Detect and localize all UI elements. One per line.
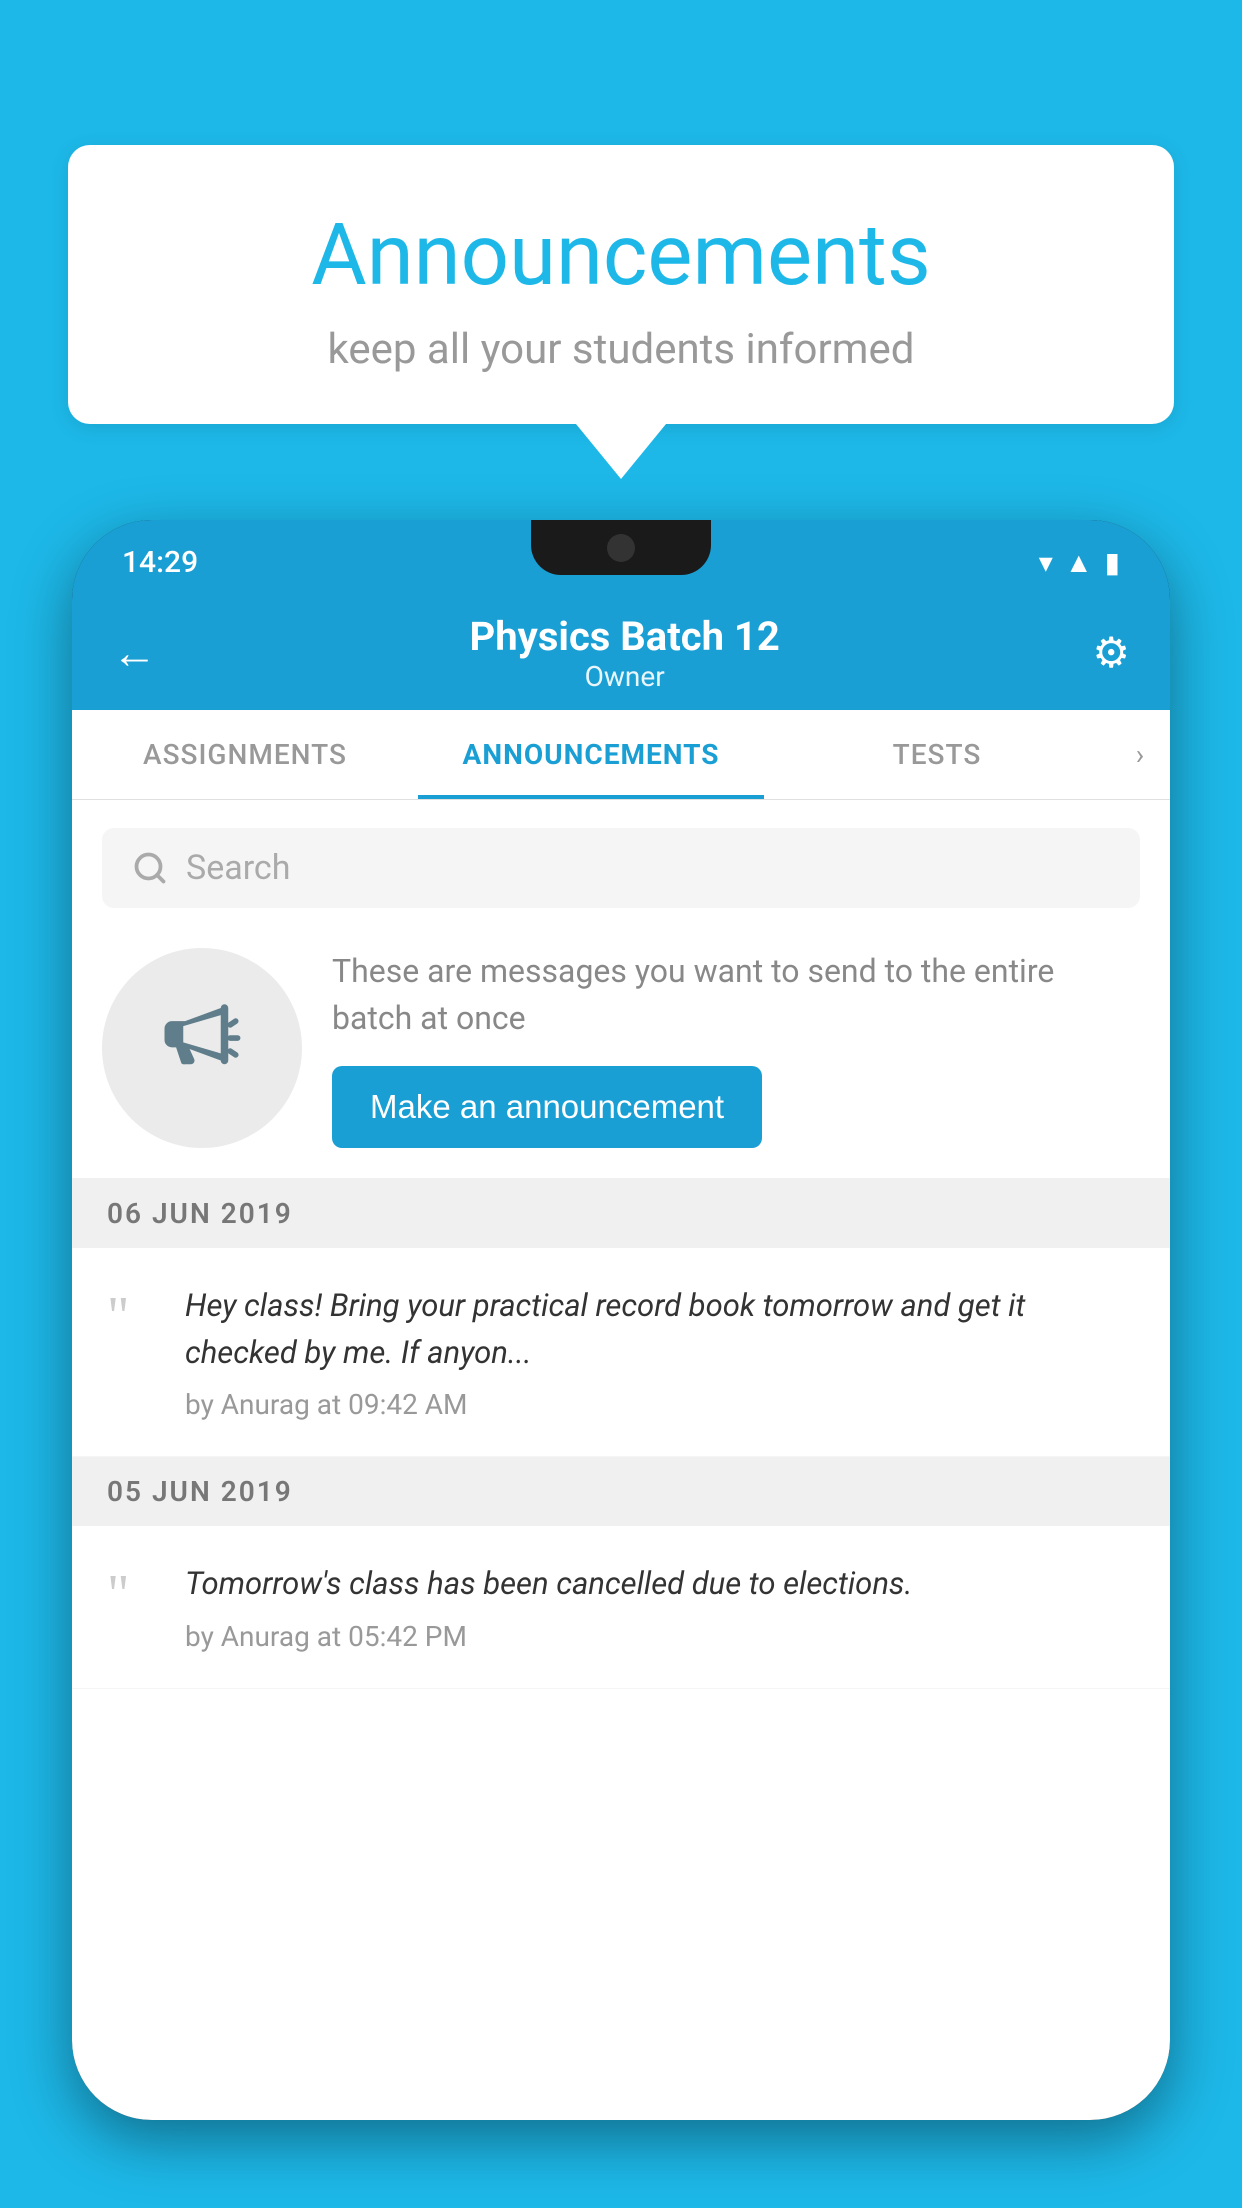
speech-bubble-pointer bbox=[576, 424, 666, 479]
speech-bubble-title: Announcements bbox=[148, 205, 1094, 305]
settings-button[interactable]: ⚙ bbox=[1092, 628, 1130, 678]
phone-camera bbox=[607, 534, 635, 562]
megaphone-icon bbox=[157, 993, 247, 1103]
announcement-item-2: " Tomorrow's class has been cancelled du… bbox=[72, 1526, 1170, 1689]
app-bar-title-text: Physics Batch 12 bbox=[157, 613, 1092, 660]
search-bar[interactable]: Search bbox=[102, 828, 1140, 908]
announcement-author-1: by Anurag at 09:42 AM bbox=[185, 1388, 1135, 1421]
tab-more[interactable]: › bbox=[1110, 738, 1170, 771]
promo-right: These are messages you want to send to t… bbox=[332, 948, 1140, 1148]
announcement-item-1: " Hey class! Bring your practical record… bbox=[72, 1248, 1170, 1457]
promo-description: These are messages you want to send to t… bbox=[332, 948, 1140, 1041]
quote-icon-2: " bbox=[107, 1566, 157, 1621]
announcement-author-2: by Anurag at 05:42 PM bbox=[185, 1620, 1135, 1653]
phone-notch bbox=[531, 520, 711, 575]
content-area: Search These are messages you want to se… bbox=[72, 800, 1170, 2120]
speech-bubble-container: Announcements keep all your students inf… bbox=[68, 145, 1174, 479]
announcement-text-1: Hey class! Bring your practical record b… bbox=[185, 1283, 1135, 1376]
quote-icon-1: " bbox=[107, 1288, 157, 1343]
tab-assignments[interactable]: ASSIGNMENTS bbox=[72, 710, 418, 799]
back-button[interactable]: ← bbox=[112, 626, 157, 679]
tab-bar: ASSIGNMENTS ANNOUNCEMENTS TESTS › bbox=[72, 710, 1170, 800]
announcement-content-1: Hey class! Bring your practical record b… bbox=[185, 1283, 1135, 1421]
wifi-icon: ▾ bbox=[1039, 546, 1053, 579]
signal-icon: ▲ bbox=[1065, 546, 1093, 579]
make-announcement-button[interactable]: Make an announcement bbox=[332, 1066, 762, 1148]
speech-bubble: Announcements keep all your students inf… bbox=[68, 145, 1174, 424]
battery-icon: ▮ bbox=[1105, 546, 1120, 579]
search-placeholder: Search bbox=[186, 848, 290, 888]
search-icon bbox=[132, 850, 168, 886]
status-icons: ▾ ▲ ▮ bbox=[1039, 546, 1120, 579]
promo-section: These are messages you want to send to t… bbox=[72, 928, 1170, 1179]
phone-frame: 14:29 ▾ ▲ ▮ ← Physics Batch 12 Owner ⚙ A… bbox=[72, 520, 1170, 2120]
announcement-text-2: Tomorrow's class has been cancelled due … bbox=[185, 1561, 1135, 1608]
date-divider-1: 06 JUN 2019 bbox=[72, 1179, 1170, 1248]
tab-announcements[interactable]: ANNOUNCEMENTS bbox=[418, 710, 764, 799]
status-time: 14:29 bbox=[122, 545, 198, 580]
tab-tests[interactable]: TESTS bbox=[764, 710, 1110, 799]
announcement-content-2: Tomorrow's class has been cancelled due … bbox=[185, 1561, 1135, 1653]
date-divider-2: 05 JUN 2019 bbox=[72, 1457, 1170, 1526]
phone-container: 14:29 ▾ ▲ ▮ ← Physics Batch 12 Owner ⚙ A… bbox=[72, 520, 1170, 2208]
app-bar-title: Physics Batch 12 Owner bbox=[157, 613, 1092, 693]
promo-icon-circle bbox=[102, 948, 302, 1148]
app-bar: ← Physics Batch 12 Owner ⚙ bbox=[72, 595, 1170, 710]
app-bar-subtitle-text: Owner bbox=[157, 660, 1092, 693]
speech-bubble-subtitle: keep all your students informed bbox=[148, 325, 1094, 374]
